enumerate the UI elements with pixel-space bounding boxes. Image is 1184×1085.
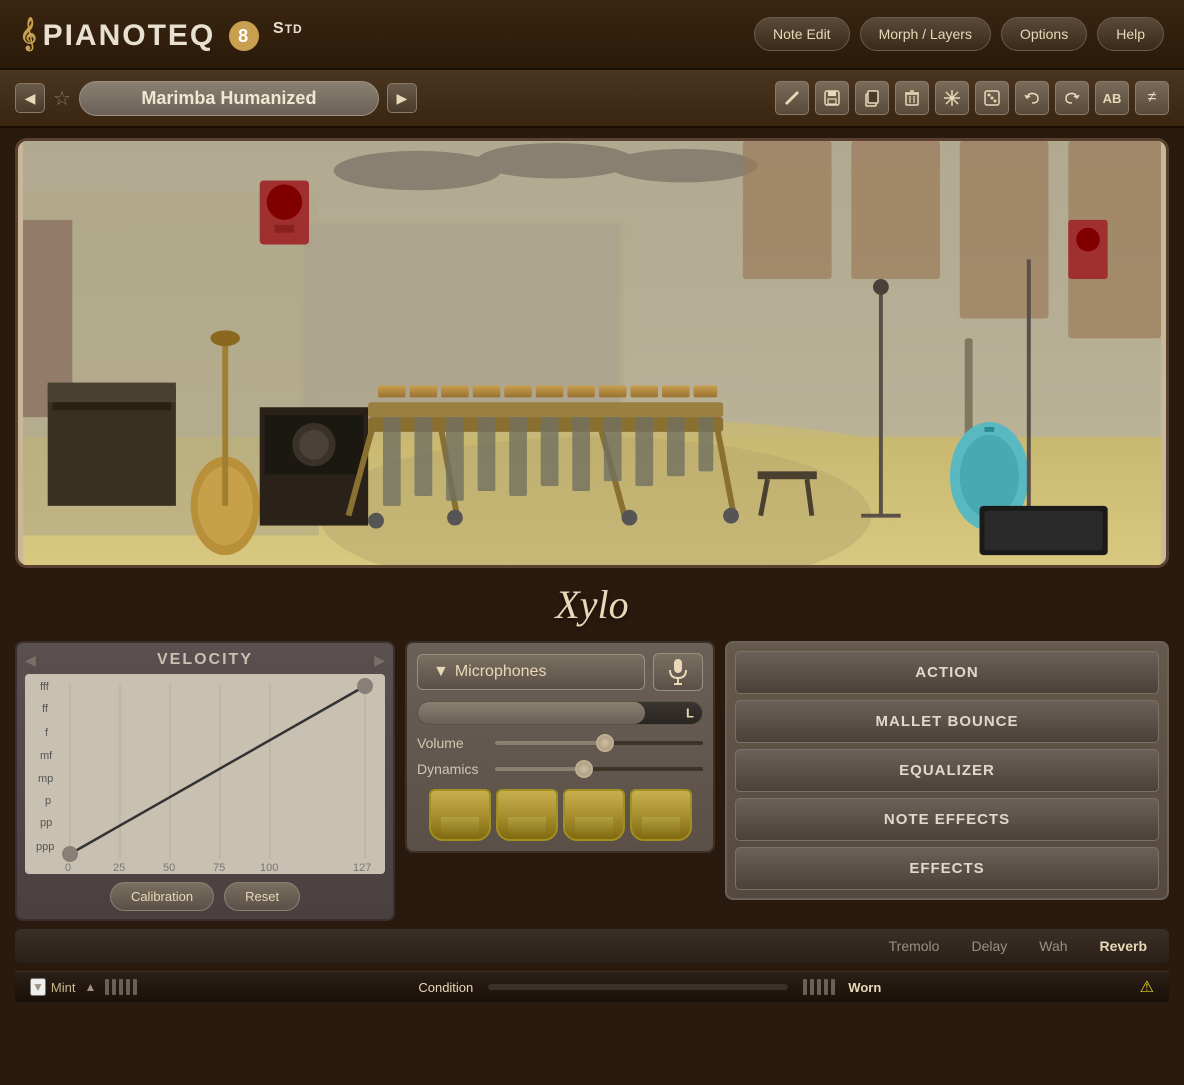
delay-button[interactable]: Delay: [959, 934, 1019, 958]
velocity-title: VELOCITY: [36, 651, 374, 669]
toolbar-ab-icon[interactable]: AB: [1095, 81, 1129, 115]
svg-text:0: 0: [65, 862, 71, 874]
logo-area: 𝄞 PIANOTEQ 8 STD: [20, 16, 303, 53]
condition-markers-right: [803, 979, 835, 995]
velocity-buttons: Calibration Reset: [25, 882, 385, 911]
velocity-panel: ◀ VELOCITY ▶: [15, 641, 395, 921]
main-area: Xylo ◀ VELOCITY ▶: [0, 128, 1184, 1012]
mic-lr-row: L: [417, 701, 703, 725]
volume-slider-container: Volume: [417, 735, 703, 751]
preset-bar: ◀ ☆ Marimba Humanized ▶: [0, 70, 1184, 128]
top-right-buttons: Note Edit Morph / Layers Options Help: [754, 17, 1164, 51]
mic-header: ▼ Microphones: [417, 653, 703, 691]
toolbar-save-icon[interactable]: [815, 81, 849, 115]
calibration-button[interactable]: Calibration: [110, 882, 214, 911]
mint-up-arrow: ▲: [84, 980, 96, 994]
toolbar-redo-icon[interactable]: [1055, 81, 1089, 115]
reset-button[interactable]: Reset: [224, 882, 300, 911]
logo-text: PIANOTEQ 8 STD: [43, 16, 303, 53]
condition-down-arrow[interactable]: ▼: [30, 978, 46, 996]
toolbar-edit-icon[interactable]: [775, 81, 809, 115]
instrument-label-area: Xylo: [15, 576, 1169, 633]
toolbar-icons: AB ≠: [775, 81, 1169, 115]
preset-prev-button[interactable]: ◀: [15, 83, 45, 113]
dynamics-slider-container: Dynamics: [417, 761, 703, 777]
morph-layers-button[interactable]: Morph / Layers: [860, 17, 991, 51]
action-panel: ACTION MALLET BOUNCE EQUALIZER NOTE EFFE…: [725, 641, 1169, 900]
svg-text:50: 50: [163, 862, 175, 874]
svg-text:fff: fff: [40, 681, 50, 693]
svg-text:100: 100: [260, 862, 278, 874]
velocity-header: ◀ VELOCITY ▶: [25, 651, 385, 669]
preset-name-container: Marimba Humanized: [79, 81, 379, 116]
pedal-row: [417, 789, 703, 841]
pedal-3[interactable]: [563, 789, 625, 841]
logo-icon: 𝄞: [20, 18, 35, 51]
reverb-button[interactable]: Reverb: [1088, 934, 1159, 958]
mic-svg-icon: [667, 658, 689, 686]
velocity-prev-button[interactable]: ◀: [25, 652, 36, 669]
dropdown-arrow-icon: ▼: [433, 663, 449, 681]
toolbar-undo-icon[interactable]: [1015, 81, 1049, 115]
wah-button[interactable]: Wah: [1027, 934, 1079, 958]
mallet-bounce-button[interactable]: MALLET BOUNCE: [735, 700, 1159, 743]
condition-bar: ▼ Mint ▲ Condition Worn ⚠: [15, 971, 1169, 1002]
preset-next-button[interactable]: ▶: [387, 83, 417, 113]
velocity-svg: fff ff f mf mp p pp ppp 0 25 50 75 100 1…: [25, 674, 385, 874]
svg-text:ff: ff: [42, 703, 49, 715]
warning-icon: ⚠: [1140, 977, 1154, 997]
microphones-label: Microphones: [455, 663, 547, 681]
condition-markers: [105, 979, 405, 995]
microphones-dropdown[interactable]: ▼ Microphones: [417, 654, 645, 690]
favorite-button[interactable]: ☆: [53, 86, 71, 111]
tremolo-button[interactable]: Tremolo: [877, 934, 952, 958]
toolbar-compare-icon[interactable]: ≠: [1135, 81, 1169, 115]
svg-text:75: 75: [213, 862, 225, 874]
condition-track[interactable]: [488, 984, 788, 990]
preset-nav: ◀ ☆ Marimba Humanized ▶: [15, 81, 417, 116]
velocity-next-button[interactable]: ▶: [374, 652, 385, 669]
top-bar: 𝄞 PIANOTEQ 8 STD Note Edit Morph / Layer…: [0, 0, 1184, 70]
preset-name: Marimba Humanized: [141, 88, 316, 108]
help-button[interactable]: Help: [1097, 17, 1164, 51]
condition-label: Condition: [418, 980, 473, 995]
equalizer-button[interactable]: EQUALIZER: [735, 749, 1159, 792]
studio-scene: [18, 141, 1166, 565]
pedal-4[interactable]: [630, 789, 692, 841]
note-edit-button[interactable]: Note Edit: [754, 17, 850, 51]
mic-lr-slider[interactable]: L: [417, 701, 703, 725]
note-effects-button[interactable]: NOTE EFFECTS: [735, 798, 1159, 841]
svg-text:25: 25: [113, 862, 125, 874]
controls-row: ◀ VELOCITY ▶: [15, 641, 1169, 921]
effects-button[interactable]: EFFECTS: [735, 847, 1159, 890]
svg-text:ppp: ppp: [36, 841, 54, 853]
toolbar-freeze-icon[interactable]: [935, 81, 969, 115]
svg-text:pp: pp: [40, 817, 52, 829]
velocity-chart: fff ff f mf mp p pp ppp 0 25 50 75 100 1…: [25, 674, 385, 874]
microphones-panel: ▼ Microphones L: [405, 641, 715, 853]
worn-label: Worn: [848, 980, 881, 995]
lr-indicator: L: [686, 706, 694, 721]
svg-text:mf: mf: [40, 750, 53, 762]
instrument-label: Xylo: [555, 582, 628, 627]
svg-text:127: 127: [353, 862, 371, 874]
volume-slider[interactable]: [495, 741, 703, 745]
instrument-display: [15, 138, 1169, 568]
action-button[interactable]: ACTION: [735, 651, 1159, 694]
effects-row: Tremolo Delay Wah Reverb: [15, 929, 1169, 963]
svg-text:p: p: [45, 795, 51, 807]
microphone-icon-button[interactable]: [653, 653, 703, 691]
svg-text:mp: mp: [38, 773, 53, 785]
mint-label: Mint: [51, 980, 76, 995]
volume-label: Volume: [417, 735, 487, 751]
dynamics-slider[interactable]: [495, 767, 703, 771]
toolbar-random-icon[interactable]: [975, 81, 1009, 115]
dynamics-label: Dynamics: [417, 761, 487, 777]
pedal-2[interactable]: [496, 789, 558, 841]
options-button[interactable]: Options: [1001, 17, 1087, 51]
toolbar-delete-icon[interactable]: [895, 81, 929, 115]
pedal-1[interactable]: [429, 789, 491, 841]
toolbar-copy-icon[interactable]: [855, 81, 889, 115]
